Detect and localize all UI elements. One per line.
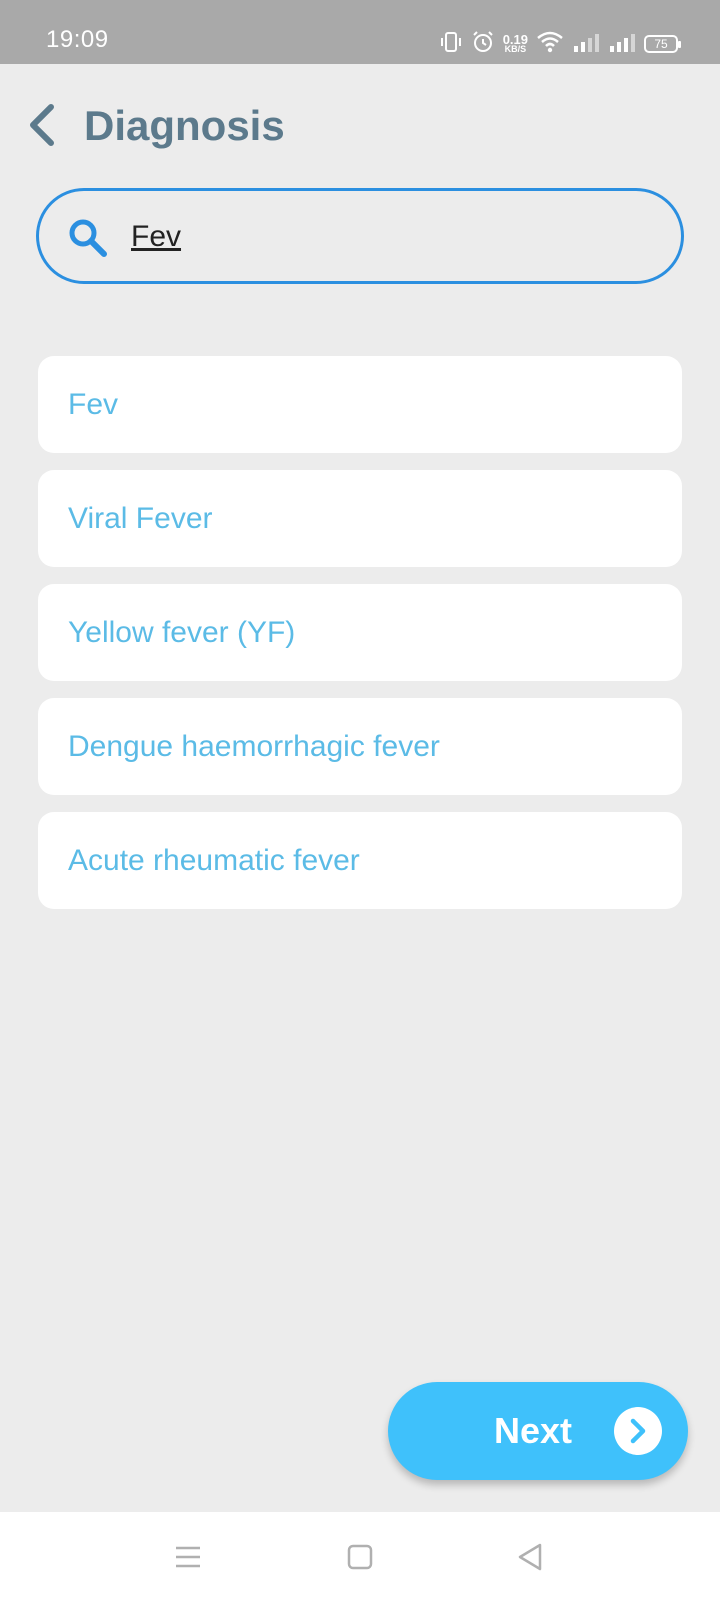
list-item[interactable]: Acute rheumatic fever	[38, 812, 682, 909]
vibrate-icon	[439, 30, 463, 59]
status-time: 19:09	[46, 26, 109, 53]
status-bar: 19:09 0.19 KB/S 75	[0, 0, 720, 64]
battery-level: 75	[654, 37, 668, 51]
search-input[interactable]	[131, 211, 651, 263]
chevron-left-icon	[27, 103, 57, 152]
signal-icon-secondary	[608, 30, 636, 59]
search-box[interactable]	[36, 188, 684, 284]
battery-icon: 75	[644, 35, 681, 53]
list-item[interactable]: Fev	[38, 356, 682, 453]
search-icon	[67, 217, 109, 259]
next-button-label: Next	[494, 1410, 573, 1451]
signal-icon	[572, 30, 600, 59]
list-item[interactable]: Viral Fever	[38, 470, 682, 567]
back-triangle-icon[interactable]	[513, 1540, 547, 1574]
list-item[interactable]: Yellow fever (YF)	[38, 584, 682, 681]
home-square-icon[interactable]	[343, 1540, 377, 1574]
search-results-list: Fev Viral Fever Yellow fever (YF) Dengue…	[38, 356, 682, 909]
system-nav-bar	[0, 1512, 720, 1600]
wifi-icon	[536, 30, 564, 59]
alarm-icon	[471, 30, 495, 59]
net-speed-indicator: 0.19 KB/S	[503, 33, 528, 54]
menu-icon[interactable]	[171, 1540, 205, 1574]
page-title: Diagnosis	[84, 102, 285, 149]
next-button[interactable]: Next	[388, 1382, 688, 1480]
back-button[interactable]	[22, 98, 62, 156]
chevron-right-icon	[614, 1407, 662, 1455]
header: Diagnosis	[0, 64, 720, 184]
net-speed-unit: KB/S	[504, 44, 527, 54]
status-icons: 0.19 KB/S 75	[439, 30, 681, 59]
list-item[interactable]: Dengue haemorrhagic fever	[38, 698, 682, 795]
